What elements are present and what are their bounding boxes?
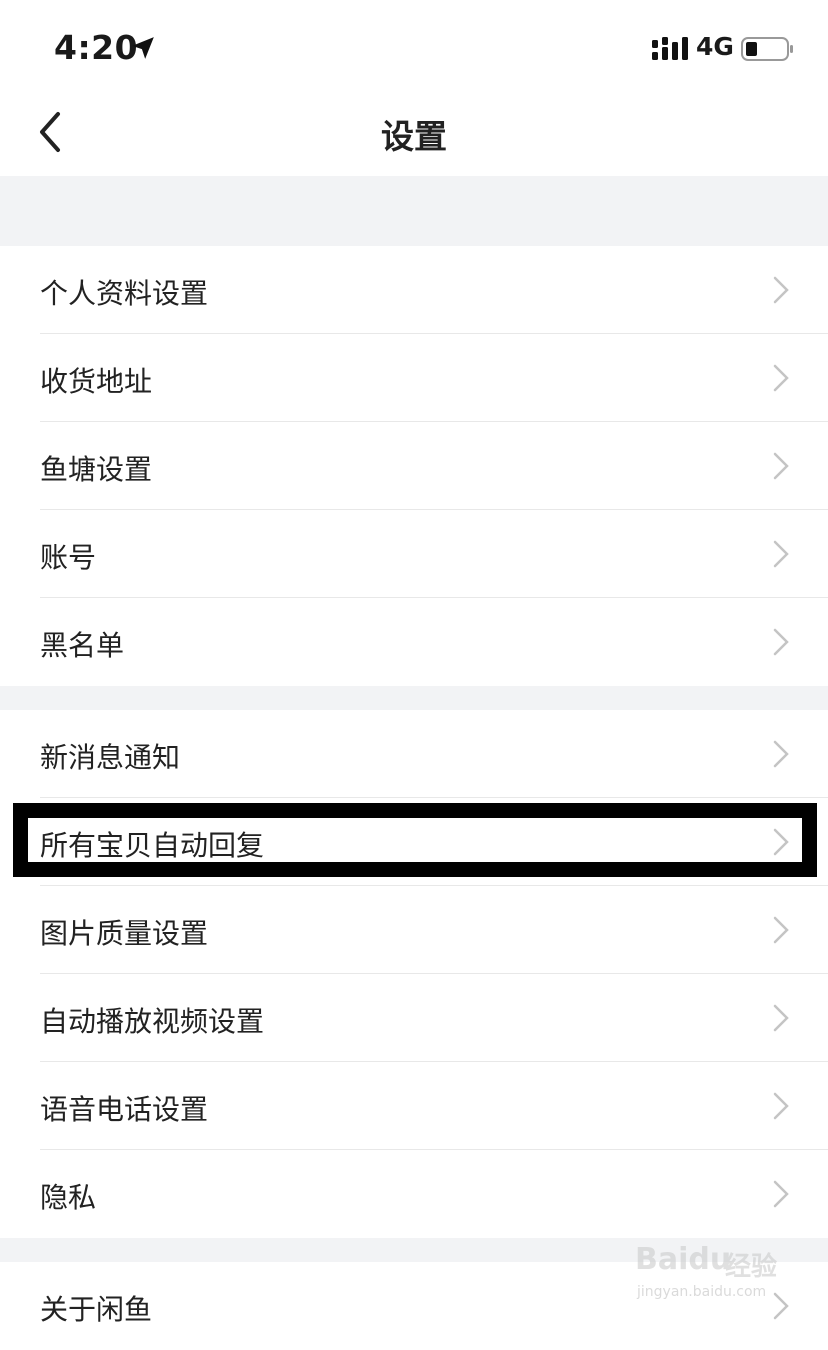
- settings-item-privacy[interactable]: 隐私: [0, 1150, 828, 1238]
- chevron-right-icon: [773, 628, 789, 656]
- page-title: 设置: [381, 117, 447, 156]
- settings-item-label: 新消息通知: [40, 741, 181, 774]
- navigation-bar: 设置: [0, 90, 828, 176]
- section-spacer: [0, 176, 828, 246]
- settings-item-label: 图片质量设置: [40, 917, 209, 950]
- settings-item-label: 所有宝贝自动回复: [40, 829, 265, 862]
- settings-item-label: 账号: [40, 541, 97, 574]
- settings-item-label: 收货地址: [40, 365, 153, 398]
- chevron-right-icon: [773, 276, 789, 304]
- settings-item-autoplay-video[interactable]: 自动播放视频设置: [0, 974, 828, 1062]
- watermark-url: jingyan.baidu.com: [637, 1284, 767, 1300]
- settings-item-auto-reply[interactable]: 所有宝贝自动回复: [0, 798, 828, 886]
- settings-item-label: 个人资料设置: [40, 277, 209, 310]
- chevron-right-icon: [773, 452, 789, 480]
- chevron-right-icon: [773, 740, 789, 768]
- settings-item-label: 关于闲鱼: [40, 1293, 153, 1326]
- settings-item-profile[interactable]: 个人资料设置: [0, 246, 828, 334]
- chevron-right-icon: [773, 364, 789, 392]
- chevron-right-icon: [773, 1180, 789, 1208]
- chevron-right-icon: [773, 828, 789, 856]
- settings-item-label: 黑名单: [40, 629, 125, 662]
- status-time: 4:20: [54, 28, 139, 67]
- network-type: 4G: [696, 32, 734, 61]
- baidu-jingyan-watermark: Baidu 经验 jingyan.baidu.com: [633, 1236, 793, 1308]
- settings-item-fishpond[interactable]: 鱼塘设置: [0, 422, 828, 510]
- watermark-brand: Baidu: [635, 1242, 732, 1277]
- battery-icon: [741, 37, 793, 61]
- settings-item-label: 隐私: [40, 1181, 97, 1214]
- settings-item-voice-call[interactable]: 语音电话设置: [0, 1062, 828, 1150]
- settings-item-label: 鱼塘设置: [40, 453, 153, 486]
- section-spacer: [0, 686, 828, 710]
- settings-item-address[interactable]: 收货地址: [0, 334, 828, 422]
- settings-item-label: 自动播放视频设置: [40, 1005, 265, 1038]
- settings-group-account: 个人资料设置 收货地址 鱼塘设置 账号 黑名单: [0, 246, 828, 686]
- settings-item-blacklist[interactable]: 黑名单: [0, 598, 828, 686]
- signal-bars-icon: [652, 37, 688, 60]
- settings-item-notifications[interactable]: 新消息通知: [0, 710, 828, 798]
- status-bar: 4:20 4G: [0, 0, 828, 90]
- settings-item-account[interactable]: 账号: [0, 510, 828, 598]
- settings-group-general: 新消息通知 所有宝贝自动回复 图片质量设置 自动播放视频设置 语音电话设置 隐私: [0, 710, 828, 1238]
- chevron-right-icon: [773, 1004, 789, 1032]
- location-arrow-icon: [132, 37, 154, 59]
- settings-item-label: 语音电话设置: [40, 1093, 209, 1126]
- watermark-brand-cn: 经验: [725, 1252, 778, 1282]
- chevron-right-icon: [773, 540, 789, 568]
- settings-item-image-quality[interactable]: 图片质量设置: [0, 886, 828, 974]
- chevron-right-icon: [773, 916, 789, 944]
- chevron-right-icon: [773, 1092, 789, 1120]
